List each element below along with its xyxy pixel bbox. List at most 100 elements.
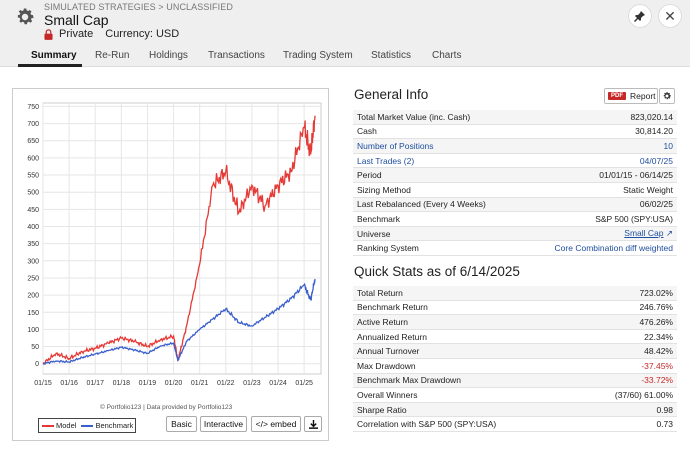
table-row: Active Return 476.26% bbox=[353, 315, 677, 330]
universe-value[interactable]: Small Cap bbox=[624, 228, 663, 238]
row-label: Active Return bbox=[357, 316, 409, 327]
tab-summary[interactable]: Summary bbox=[31, 50, 77, 61]
plot-area bbox=[42, 102, 322, 375]
visibility-label: Private bbox=[59, 28, 94, 40]
row-value: 01/01/15 - 06/14/25 bbox=[599, 170, 673, 181]
number-of-positions-link[interactable]: Number of Positions bbox=[357, 141, 434, 151]
row-label: Universe bbox=[357, 228, 391, 239]
x-tick-label: 01/22 bbox=[217, 380, 235, 387]
x-tick-label: 01/20 bbox=[165, 380, 183, 387]
quick-stats-table: Total Return 723.02% Benchmark Return 246.… bbox=[353, 286, 677, 432]
y-tick-label: 500 bbox=[27, 190, 39, 197]
row-value: 22.34% bbox=[644, 331, 673, 342]
row-value: 06/02/25 bbox=[639, 199, 673, 210]
last-trades-value[interactable]: 04/07/25 bbox=[640, 156, 673, 166]
strategy-meta: Private Currency: USD bbox=[44, 28, 179, 40]
report-settings-button[interactable] bbox=[659, 88, 675, 104]
close-icon: ✕ bbox=[664, 7, 676, 24]
row-label: Sharpe Ratio bbox=[357, 404, 407, 415]
tab-bar: Summary Re-Run Holdings Transactions Tra… bbox=[0, 44, 690, 67]
interactive-button[interactable]: Interactive bbox=[200, 416, 247, 432]
legend-swatch-model bbox=[42, 424, 54, 427]
row-value: (37/60) 61.00% bbox=[614, 389, 673, 400]
close-button[interactable]: ✕ bbox=[658, 4, 682, 28]
table-row: Number of Positions 10 bbox=[353, 139, 677, 154]
number-of-positions-value[interactable]: 10 bbox=[664, 141, 673, 151]
table-row: Benchmark Return 246.76% bbox=[353, 301, 677, 316]
row-label: Annual Turnover bbox=[357, 346, 420, 357]
pdf-icon: PDF bbox=[608, 92, 626, 100]
tab-statistics[interactable]: Statistics bbox=[371, 50, 411, 61]
table-row: Last Trades (2) 04/07/25 bbox=[353, 154, 677, 169]
basic-button[interactable]: Basic bbox=[166, 416, 197, 432]
general-info-table: Total Market Value (inc. Cash) 823,020.1… bbox=[353, 110, 677, 256]
y-tick-label: 600 bbox=[27, 155, 39, 162]
y-tick-label: 250 bbox=[27, 275, 39, 282]
row-value: 823,020.14 bbox=[630, 111, 673, 122]
table-row: Overall Winners (37/60) 61.00% bbox=[353, 388, 677, 403]
x-tick-label: 01/21 bbox=[191, 380, 209, 387]
general-info-title: General Info bbox=[354, 87, 429, 102]
report-label: Report bbox=[630, 91, 656, 101]
table-row: Sharpe Ratio 0.98 bbox=[353, 402, 677, 418]
tab-holdings[interactable]: Holdings bbox=[149, 50, 188, 61]
row-label: Annualized Return bbox=[357, 331, 427, 342]
gear-icon[interactable] bbox=[14, 6, 36, 28]
y-tick-label: 550 bbox=[27, 173, 39, 180]
pin-button[interactable] bbox=[628, 4, 652, 28]
table-row: Sizing Method Static Weight bbox=[353, 183, 677, 198]
row-label: Cash bbox=[357, 126, 377, 137]
row-label: Ranking System bbox=[357, 243, 419, 254]
row-value: -37.45% bbox=[641, 360, 673, 371]
y-tick-label: 650 bbox=[27, 138, 39, 145]
table-row: Correlation with S&P 500 (SPY:USA) 0.73 bbox=[353, 417, 677, 432]
embed-button[interactable]: </> embed bbox=[251, 416, 301, 432]
lock-icon bbox=[44, 28, 53, 40]
row-value: Static Weight bbox=[623, 184, 673, 195]
x-tick-label: 01/24 bbox=[269, 380, 287, 387]
universe-link[interactable]: Small Cap ↗ bbox=[624, 228, 673, 239]
active-tab-indicator bbox=[18, 64, 82, 67]
y-tick-label: 400 bbox=[27, 224, 39, 231]
tab-charts[interactable]: Charts bbox=[432, 50, 461, 61]
y-tick-label: 450 bbox=[27, 207, 39, 214]
row-label: Max Drawdown bbox=[357, 360, 416, 371]
currency-label: Currency: USD bbox=[105, 28, 180, 40]
y-tick-label: 150 bbox=[27, 310, 39, 317]
last-trades-link[interactable]: Last Trades (2) bbox=[357, 156, 414, 166]
x-tick-label: 01/15 bbox=[34, 380, 52, 387]
tab-re-run[interactable]: Re-Run bbox=[95, 50, 129, 61]
performance-chart: 0 50 100 150 200 250 300 350 400 450 500 550 600 650 7… bbox=[27, 102, 322, 387]
breadcrumb[interactable]: SIMULATED STRATEGIES > UNCLASSIFIED bbox=[44, 2, 233, 12]
legend-model[interactable]: Model bbox=[56, 421, 76, 430]
row-label: Benchmark Return bbox=[357, 302, 428, 313]
ranking-system-link[interactable]: Core Combination diff weighted bbox=[555, 243, 673, 253]
y-tick-label: 100 bbox=[27, 327, 39, 334]
row-value: S&P 500 (SPY:USA) bbox=[595, 213, 673, 224]
chart-legend: Model Benchmark bbox=[38, 418, 136, 433]
legend-benchmark[interactable]: Benchmark bbox=[95, 421, 133, 430]
table-row: Ranking System Core Combination diff wei… bbox=[353, 241, 677, 256]
row-value: 723.02% bbox=[639, 287, 673, 298]
last-trades-label[interactable]: Last Trades (2) bbox=[357, 156, 414, 166]
row-value: 0.98 bbox=[656, 404, 673, 415]
x-tick-label: 01/17 bbox=[86, 380, 104, 387]
table-row: Benchmark Max Drawdown -33.72% bbox=[353, 373, 677, 389]
table-row: Annual Turnover 48.42% bbox=[353, 344, 677, 359]
row-label: Sizing Method bbox=[357, 184, 411, 195]
x-tick-label: 01/23 bbox=[243, 380, 261, 387]
tab-trading-system[interactable]: Trading System bbox=[283, 50, 353, 61]
y-tick-label: 350 bbox=[27, 241, 39, 248]
x-tick-label: 01/16 bbox=[60, 380, 78, 387]
legend-swatch-benchmark bbox=[81, 424, 94, 427]
row-label: Total Return bbox=[357, 287, 403, 298]
download-button[interactable] bbox=[304, 416, 322, 432]
row-label: Benchmark Max Drawdown bbox=[357, 375, 461, 386]
quick-stats-title: Quick Stats as of 6/14/2025 bbox=[354, 264, 520, 279]
tab-transactions[interactable]: Transactions bbox=[208, 50, 265, 61]
row-value: 0.73 bbox=[656, 419, 673, 430]
row-label: Last Rebalanced (Every 4 Weeks) bbox=[357, 199, 486, 210]
row-label: Benchmark bbox=[357, 213, 400, 224]
pdf-report-button[interactable]: PDF Report bbox=[604, 88, 658, 104]
table-row: Cash 30,814.20 bbox=[353, 125, 677, 140]
